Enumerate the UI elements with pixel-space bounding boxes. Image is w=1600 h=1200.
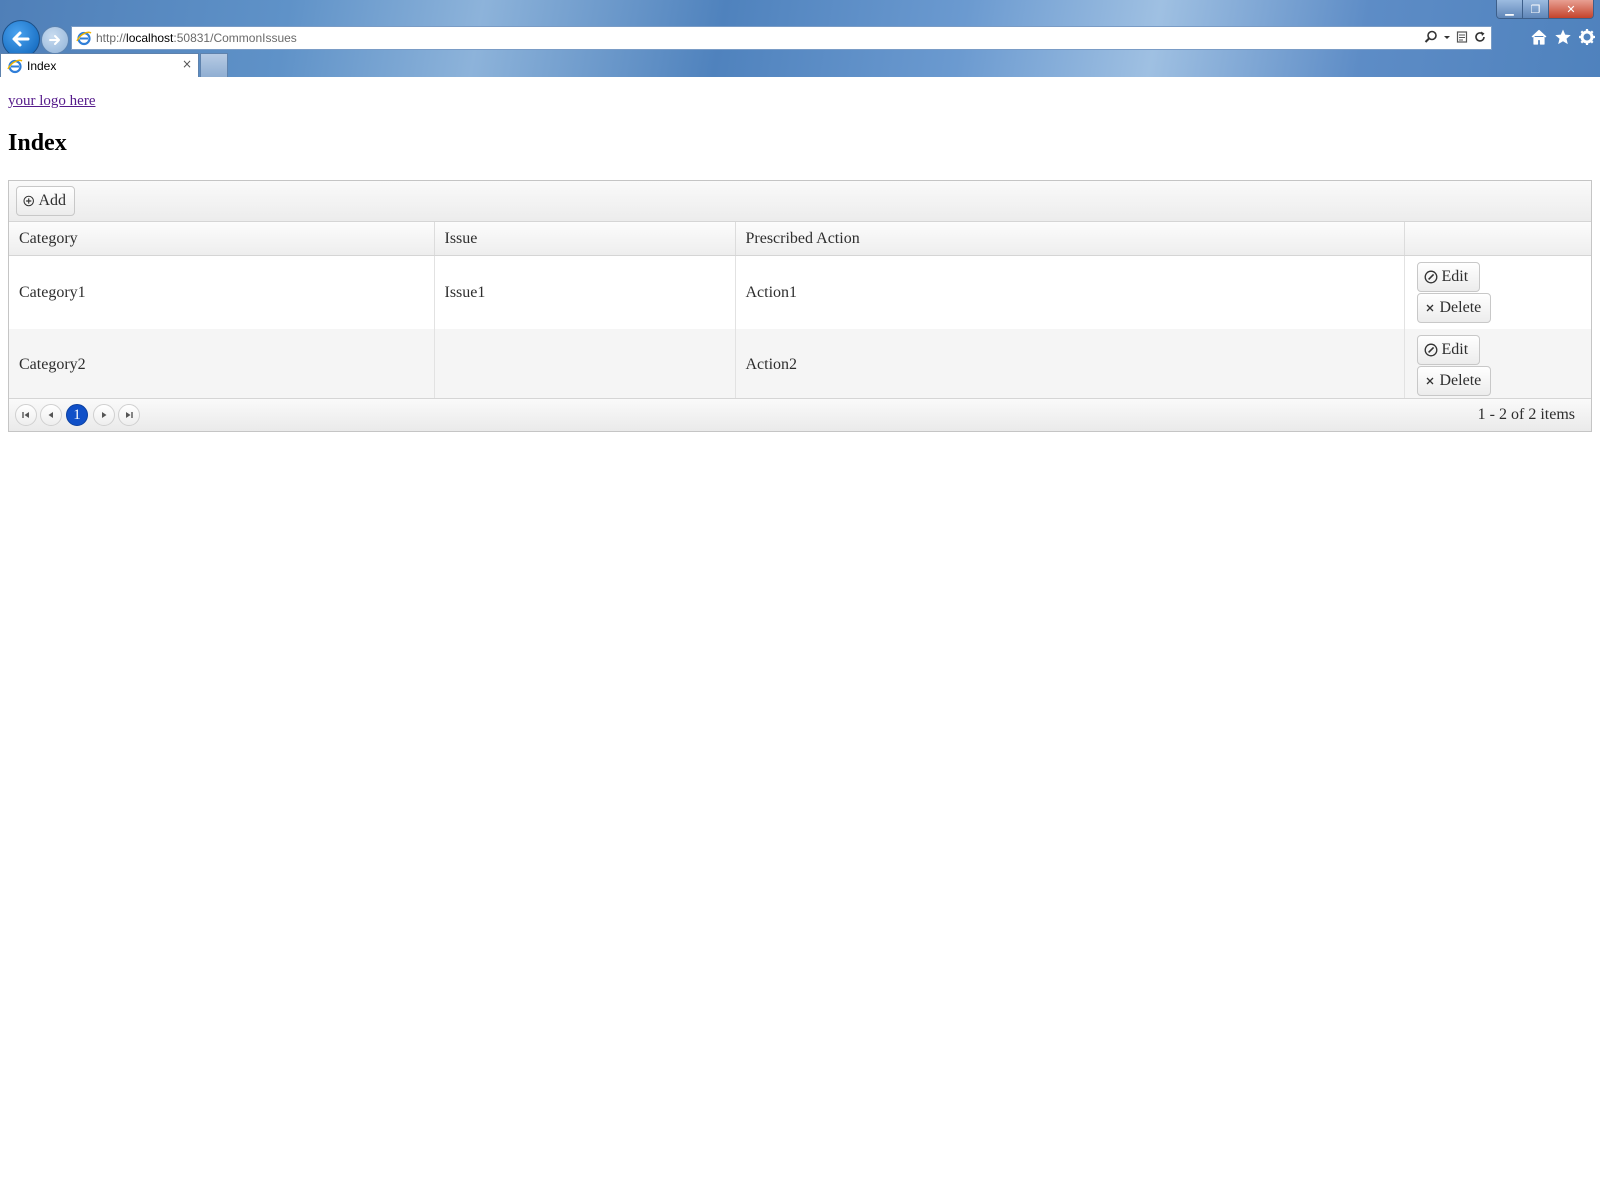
window-controls: ▁ ❐ ✕ [1496, 0, 1594, 19]
first-page-icon [22, 412, 29, 418]
tab-index[interactable]: Index × [0, 53, 199, 77]
cell-category: Category1 [9, 255, 435, 329]
url-path: :50831/CommonIssues [173, 31, 297, 45]
pager-prev-button[interactable] [40, 404, 62, 426]
pager-first-button[interactable] [15, 404, 37, 426]
delete-button-label: Delete [1439, 299, 1482, 316]
refresh-icon[interactable] [1473, 30, 1487, 44]
dropdown-arrow-icon[interactable] [1443, 30, 1451, 44]
cell-commands: Edit Delete [1404, 255, 1592, 329]
ie-page-icon [76, 31, 92, 46]
column-header-prescribed-action[interactable]: Prescribed Action [735, 222, 1405, 256]
cell-issue: Issue1 [434, 255, 736, 329]
table-header-row: Category Issue Prescribed Action [9, 222, 1591, 256]
issues-table: Category Issue Prescribed Action Categor… [9, 222, 1591, 400]
page-title: Index [8, 130, 67, 156]
edit-icon [1424, 343, 1437, 357]
plus-circle-icon [23, 195, 34, 207]
ie-tab-icon [7, 59, 23, 74]
add-button-label: Add [38, 192, 66, 209]
edit-button[interactable]: Edit [1416, 262, 1480, 292]
url-host: localhost [126, 31, 174, 45]
column-header-category[interactable]: Category [9, 222, 435, 256]
pager-page-1[interactable]: 1 [66, 404, 88, 426]
close-window-button[interactable]: ✕ [1549, 0, 1593, 18]
add-button[interactable]: Add [16, 186, 75, 216]
edit-icon [1424, 270, 1437, 284]
row-commands: Edit Delete [1405, 329, 1592, 400]
home-icon[interactable] [1530, 28, 1548, 46]
restore-button[interactable]: ❐ [1523, 0, 1549, 18]
new-tab-button[interactable] [200, 53, 228, 77]
browser-toolbar-right [1530, 28, 1596, 46]
delete-button[interactable]: Delete [1416, 366, 1491, 396]
address-tools [1424, 30, 1487, 44]
gear-icon[interactable] [1578, 28, 1596, 46]
arrow-right-icon [49, 35, 60, 45]
cell-category: Category2 [9, 329, 435, 400]
last-page-icon [126, 412, 133, 418]
cell-action: Action2 [735, 329, 1405, 400]
close-icon [1426, 304, 1433, 312]
column-header-commands [1404, 222, 1591, 256]
browser-chrome: ▁ ❐ ✕ http://localhost:50831/CommonIssue… [0, 0, 1600, 77]
edit-button-label: Edit [1441, 268, 1469, 285]
pager-last-button[interactable] [118, 404, 140, 426]
cell-commands: Edit Delete [1404, 329, 1591, 400]
grid-toolbar: Add [9, 181, 1591, 222]
next-page-icon [102, 412, 107, 418]
tab-strip: Index × [0, 52, 1600, 77]
favorites-star-icon[interactable] [1554, 28, 1572, 46]
cell-action: Action1 [735, 255, 1405, 329]
table-row[interactable]: Category1 Issue1 Action1 Edit Delete [9, 255, 1592, 329]
pager-next-button[interactable] [93, 404, 115, 426]
close-icon [1426, 377, 1433, 385]
minimize-button[interactable]: ▁ [1497, 0, 1523, 18]
logo-link[interactable]: your logo here [8, 93, 95, 110]
delete-button[interactable]: Delete [1416, 293, 1491, 323]
pager-info: 1 - 2 of 2 items [1477, 406, 1575, 423]
cell-issue [434, 329, 736, 400]
prev-page-icon [48, 412, 53, 418]
arrow-left-icon [12, 31, 30, 47]
url-prefix: http:// [96, 31, 127, 45]
delete-button-label: Delete [1439, 372, 1482, 389]
compatibility-view-icon[interactable] [1456, 30, 1468, 44]
tab-title: Index [27, 59, 57, 73]
search-icon[interactable] [1424, 30, 1438, 44]
url-text: http://localhost:50831/CommonIssues [96, 31, 297, 45]
forward-button[interactable] [41, 26, 69, 54]
address-bar[interactable]: http://localhost:50831/CommonIssues [71, 26, 1492, 50]
row-commands: Edit Delete [1405, 256, 1592, 329]
column-header-issue[interactable]: Issue [434, 222, 736, 256]
edit-button-label: Edit [1441, 341, 1469, 358]
edit-button[interactable]: Edit [1416, 335, 1480, 365]
tab-close-icon[interactable]: × [182, 57, 192, 71]
grid-pager: 1 1 - 2 of 2 items [9, 398, 1591, 431]
issues-grid: Add Category Issue Prescribed Action Cat… [8, 180, 1592, 432]
table-row[interactable]: Category2 Action2 Edit Delete [9, 329, 1591, 400]
